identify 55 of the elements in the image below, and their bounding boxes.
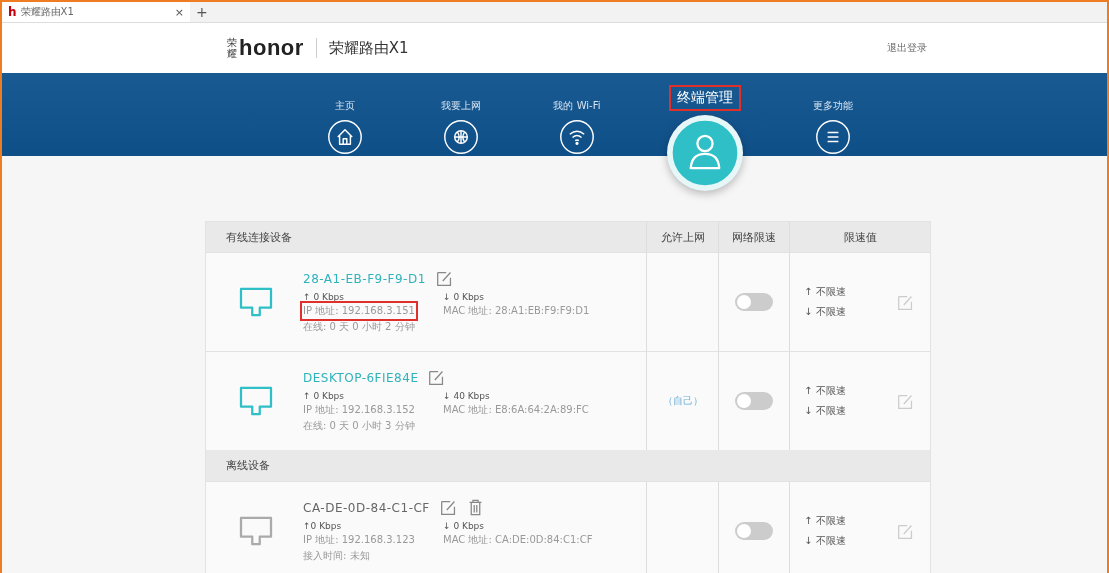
home-icon[interactable] bbox=[327, 119, 363, 155]
download-limit: ↓ 不限速 bbox=[804, 534, 846, 548]
device-name: DESKTOP-6FIE84E bbox=[303, 370, 419, 385]
tab-title: 荣耀路由X1 bbox=[20, 5, 75, 19]
mac-address: MAC 地址: CA:DE:0D:84:C1:CF bbox=[443, 533, 593, 547]
connection-time: 在线: 0 天 0 小时 3 分钟 bbox=[303, 419, 416, 433]
router-title: 荣耀路由X1 bbox=[328, 38, 409, 58]
nav-label[interactable]: 我要上网 bbox=[441, 99, 481, 113]
column-header: 限速值 bbox=[789, 222, 930, 252]
globe-icon[interactable] bbox=[443, 119, 479, 155]
edit-icon[interactable] bbox=[435, 270, 453, 287]
edit-icon[interactable] bbox=[428, 369, 446, 386]
speed-limit-toggle[interactable] bbox=[735, 293, 773, 311]
upload-speed: ↑ 0 Kbps bbox=[303, 292, 345, 302]
nav-label[interactable]: 我的 Wi-Fi bbox=[553, 99, 601, 113]
download-speed: ↓ 40 Kbps bbox=[443, 391, 491, 401]
download-speed: ↓ 0 Kbps bbox=[443, 521, 485, 531]
device-name: 28-A1-EB-F9-F9-D1 bbox=[303, 271, 426, 286]
browser-tab[interactable]: h 荣耀路由X1 × bbox=[2, 2, 190, 22]
column-header: 有线连接设备 bbox=[225, 229, 293, 246]
nav-label[interactable]: 终端管理 bbox=[669, 85, 741, 111]
column-header: 网络限速 bbox=[718, 222, 789, 252]
connection-time: 在线: 0 天 0 小时 2 分钟 bbox=[303, 320, 416, 334]
self-label: （自己） bbox=[662, 394, 703, 408]
column-header: 允许上网 bbox=[646, 222, 718, 252]
nav-label[interactable]: 主页 bbox=[335, 99, 355, 113]
upload-speed: ↑0 Kbps bbox=[303, 521, 343, 531]
upload-limit: ↑ 不限速 bbox=[804, 285, 846, 299]
logout-link[interactable]: 退出登录 bbox=[887, 41, 927, 55]
favicon: h bbox=[8, 5, 17, 19]
section-header: 离线设备 bbox=[206, 450, 930, 481]
menu-icon[interactable] bbox=[815, 119, 851, 155]
speed-limit-toggle[interactable] bbox=[735, 522, 773, 540]
edit-icon[interactable] bbox=[439, 499, 457, 516]
ip-address: IP 地址: 192.168.3.152 bbox=[303, 403, 416, 417]
mac-address: MAC 地址: 28:A1:EB:F9:F9:D1 bbox=[443, 304, 590, 318]
wifi-icon[interactable] bbox=[559, 119, 595, 155]
download-limit: ↓ 不限速 bbox=[804, 305, 846, 319]
logo: honor bbox=[239, 35, 304, 61]
upload-limit: ↑ 不限速 bbox=[804, 514, 846, 528]
logo-mark: 荣耀 bbox=[227, 37, 237, 59]
connection-time: 接入时间: 未知 bbox=[303, 549, 371, 563]
device-name: CA-DE-0D-84-C1-CF bbox=[303, 500, 430, 515]
ip-address: IP 地址: 192.168.3.151 bbox=[303, 304, 415, 318]
new-tab-button[interactable]: + bbox=[196, 4, 208, 20]
ip-address: IP 地址: 192.168.3.123 bbox=[303, 533, 416, 547]
mac-address: MAC 地址: E8:6A:64:2A:89:FC bbox=[443, 403, 589, 417]
download-limit: ↓ 不限速 bbox=[804, 404, 846, 418]
upload-speed: ↑ 0 Kbps bbox=[303, 391, 345, 401]
nav-label[interactable]: 更多功能 bbox=[813, 99, 853, 113]
person-icon[interactable] bbox=[667, 115, 743, 191]
speed-limit-toggle[interactable] bbox=[735, 392, 773, 410]
close-tab-button[interactable]: × bbox=[174, 5, 184, 19]
upload-limit: ↑ 不限速 bbox=[804, 384, 846, 398]
download-speed: ↓ 0 Kbps bbox=[443, 292, 485, 302]
